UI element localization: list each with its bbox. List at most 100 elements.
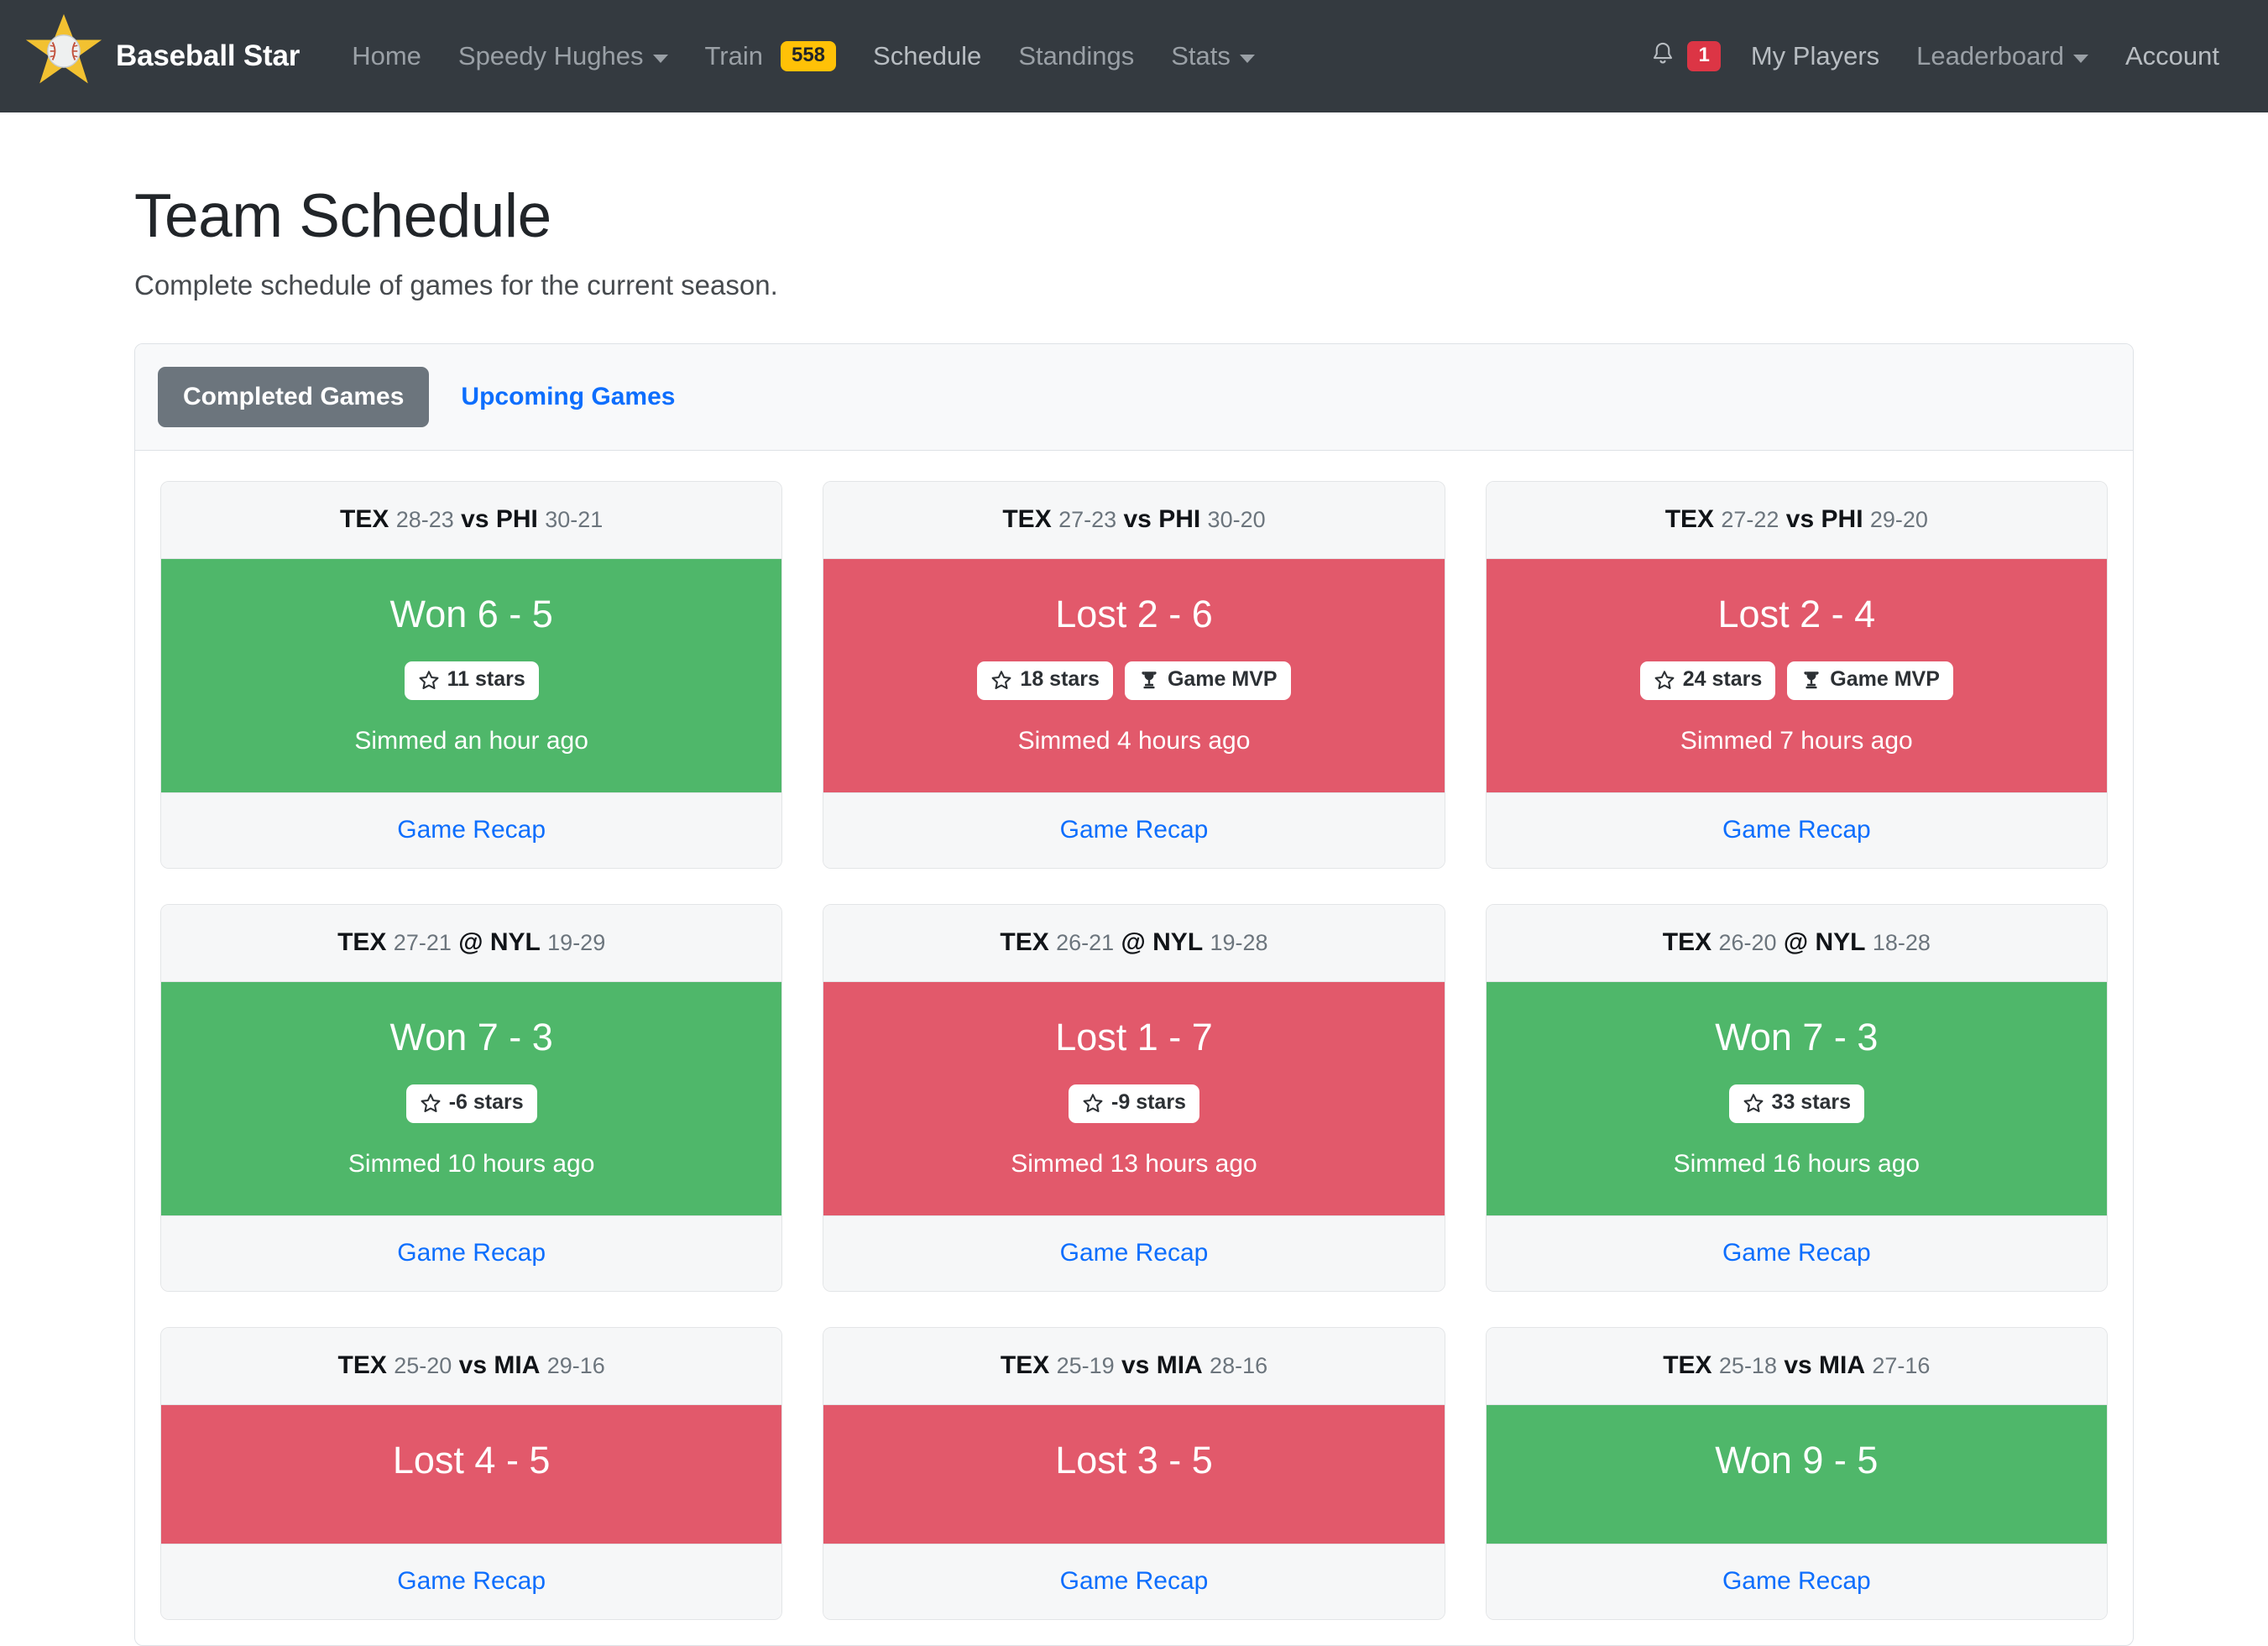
matchup-separator: vs <box>459 1351 487 1379</box>
game-badges: -9 stars <box>834 1084 1434 1123</box>
train-count-badge: 558 <box>781 41 836 71</box>
mvp-badge-label: Game MVP <box>1830 669 1940 690</box>
opponent-record: 19-29 <box>547 930 605 955</box>
stars-badge-label: -9 stars <box>1111 1092 1186 1113</box>
opponent-record: 30-20 <box>1208 507 1266 532</box>
game-card[interactable]: TEX 26-21 @ NYL 19-28Lost 1 - 7-9 starsS… <box>823 904 1445 1292</box>
stars-badge: -6 stars <box>406 1084 537 1123</box>
star-icon <box>418 669 440 691</box>
game-score: Lost 2 - 6 <box>834 593 1434 636</box>
nav-link-home[interactable]: Home <box>333 41 440 71</box>
matchup-separator: @ <box>458 928 483 956</box>
page-subtitle: Complete schedule of games for the curre… <box>134 269 2134 301</box>
opponent-abbr: PHI <box>496 505 538 533</box>
game-recap-link[interactable]: Game Recap <box>1060 816 1209 844</box>
nav-link-speedy-hughes[interactable]: Speedy Hughes <box>440 41 687 71</box>
notification-count-badge: 1 <box>1687 41 1720 71</box>
game-card-footer: Game Recap <box>161 792 781 868</box>
game-score: Lost 2 - 4 <box>1497 593 2097 636</box>
game-badges: 33 stars <box>1497 1084 2097 1123</box>
matchup-separator: @ <box>1121 928 1146 956</box>
game-card-header: TEX 27-23 vs PHI 30-20 <box>823 482 1444 559</box>
game-card[interactable]: TEX 25-20 vs MIA 29-16Lost 4 - 5Game Rec… <box>160 1327 782 1621</box>
game-result-panel: Lost 4 - 5 <box>161 1405 781 1544</box>
game-card[interactable]: TEX 25-18 vs MIA 27-16 Won 9 - 5 Game Reca… <box>1486 1327 2108 1621</box>
nav-link-my-players[interactable]: My Players <box>1732 41 1898 71</box>
game-card-footer: Game Recap <box>823 1215 1444 1291</box>
game-card[interactable]: TEX 25-19 vs MIA 28-16Lost 3 - 5Game Rec… <box>823 1327 1445 1621</box>
game-badges: -6 stars <box>171 1084 771 1123</box>
simmed-timestamp: Simmed 4 hours ago <box>834 727 1434 755</box>
team-abbr: TEX <box>1001 1351 1049 1379</box>
opponent-record: 29-16 <box>547 1353 605 1378</box>
brand-title[interactable]: Baseball Star <box>116 39 300 73</box>
game-recap-link[interactable]: Game Recap <box>1060 1567 1209 1595</box>
game-card[interactable]: TEX 27-21 @ NYL 19-29Won 7 - 3-6 starsSi… <box>160 904 782 1292</box>
game-badges: 24 starsGame MVP <box>1497 661 2097 700</box>
nav-link-stats[interactable]: Stats <box>1152 41 1273 71</box>
navbar-left-group: Baseball Star Home Speedy Hughes Train 5… <box>24 16 1273 97</box>
opponent-abbr: MIA <box>494 1351 540 1379</box>
nav-link-train[interactable]: Train 558 <box>687 41 855 71</box>
tab-completed-games[interactable]: Completed Games <box>158 367 429 427</box>
opponent-record: 29-20 <box>1870 507 1928 532</box>
trophy-icon <box>1800 669 1822 691</box>
team-abbr: TEX <box>340 505 389 533</box>
game-card-header: TEX 25-18 vs MIA 27-16 <box>1487 1328 2107 1405</box>
game-card[interactable]: TEX 28-23 vs PHI 30-21Won 6 - 511 starsS… <box>160 481 782 869</box>
nav-link-standings-label: Standings <box>1018 41 1134 71</box>
team-abbr: TEX <box>1002 505 1051 533</box>
nav-link-schedule[interactable]: Schedule <box>854 41 1000 71</box>
nav-link-account[interactable]: Account <box>2107 41 2238 71</box>
game-card[interactable]: TEX 27-23 vs PHI 30-20 Lost 2 - 6 18 stars… <box>823 481 1445 869</box>
team-record: 27-23 <box>1058 507 1116 532</box>
nav-link-leaderboard[interactable]: Leaderboard <box>1898 41 2107 71</box>
game-recap-link[interactable]: Game Recap <box>1060 1239 1209 1267</box>
simmed-timestamp: Simmed 7 hours ago <box>1497 727 2097 755</box>
opponent-abbr: NYL <box>1815 928 1865 956</box>
game-card-header: TEX 28-23 vs PHI 30-21 <box>161 482 781 559</box>
game-result-panel: Won 6 - 511 starsSimmed an hour ago <box>161 559 781 792</box>
team-record: 25-18 <box>1719 1353 1777 1378</box>
game-card[interactable]: TEX 26-20 @ NYL 18-28Won 7 - 333 starsSi… <box>1486 904 2108 1292</box>
matchup-separator: vs <box>1121 1351 1149 1379</box>
nav-link-home-label: Home <box>352 41 421 71</box>
team-record: 26-21 <box>1056 930 1114 955</box>
game-card-footer: Game Recap <box>161 1544 781 1619</box>
game-result-panel: Lost 1 - 7-9 starsSimmed 13 hours ago <box>823 982 1444 1215</box>
game-card-header: TEX 27-22 vs PHI 29-20 <box>1487 482 2107 559</box>
notifications-button[interactable]: 1 <box>1635 40 1732 73</box>
game-card-footer: Game Recap <box>161 1215 781 1291</box>
opponent-abbr: NYL <box>1152 928 1203 956</box>
stars-badge: 11 stars <box>405 661 539 700</box>
simmed-timestamp: Simmed 13 hours ago <box>834 1150 1434 1178</box>
game-recap-link[interactable]: Game Recap <box>397 1567 546 1595</box>
game-score: Lost 4 - 5 <box>171 1439 771 1482</box>
game-recap-link[interactable]: Game Recap <box>1722 1567 1871 1595</box>
chevron-down-icon <box>1240 55 1255 63</box>
team-abbr: TEX <box>337 928 386 956</box>
baseball-star-logo-icon[interactable] <box>24 9 104 90</box>
nav-link-speedy-hughes-label: Speedy Hughes <box>458 41 644 71</box>
game-result-panel: Lost 2 - 4 24 starsGame MVP Simmed 7 hours… <box>1487 559 2107 792</box>
tab-upcoming-games[interactable]: Upcoming Games <box>436 367 700 427</box>
game-recap-link[interactable]: Game Recap <box>397 816 546 844</box>
game-card-header: TEX 26-20 @ NYL 18-28 <box>1487 905 2107 982</box>
nav-link-standings[interactable]: Standings <box>1000 41 1152 71</box>
content-container: Team Schedule Complete schedule of games… <box>101 181 2167 1646</box>
nav-link-schedule-label: Schedule <box>873 41 981 71</box>
simmed-timestamp: Simmed 10 hours ago <box>171 1150 771 1178</box>
game-recap-link[interactable]: Game Recap <box>1722 1239 1871 1267</box>
navbar-right-group: 1 My Players Leaderboard Account <box>1635 40 2238 73</box>
team-abbr: TEX <box>1665 505 1714 533</box>
game-badges: 11 stars <box>171 661 771 700</box>
stars-badge-label: 18 stars <box>1020 669 1100 690</box>
simmed-timestamp: Simmed an hour ago <box>171 727 771 755</box>
matchup-separator: @ <box>1784 928 1808 956</box>
game-result-panel: Won 7 - 333 starsSimmed 16 hours ago <box>1487 982 2107 1215</box>
game-recap-link[interactable]: Game Recap <box>1722 816 1871 844</box>
team-record: 27-22 <box>1721 507 1779 532</box>
game-recap-link[interactable]: Game Recap <box>397 1239 546 1267</box>
game-card[interactable]: TEX 27-22 vs PHI 29-20 Lost 2 - 4 24 stars… <box>1486 481 2108 869</box>
game-score: Won 9 - 5 <box>1497 1439 2097 1482</box>
